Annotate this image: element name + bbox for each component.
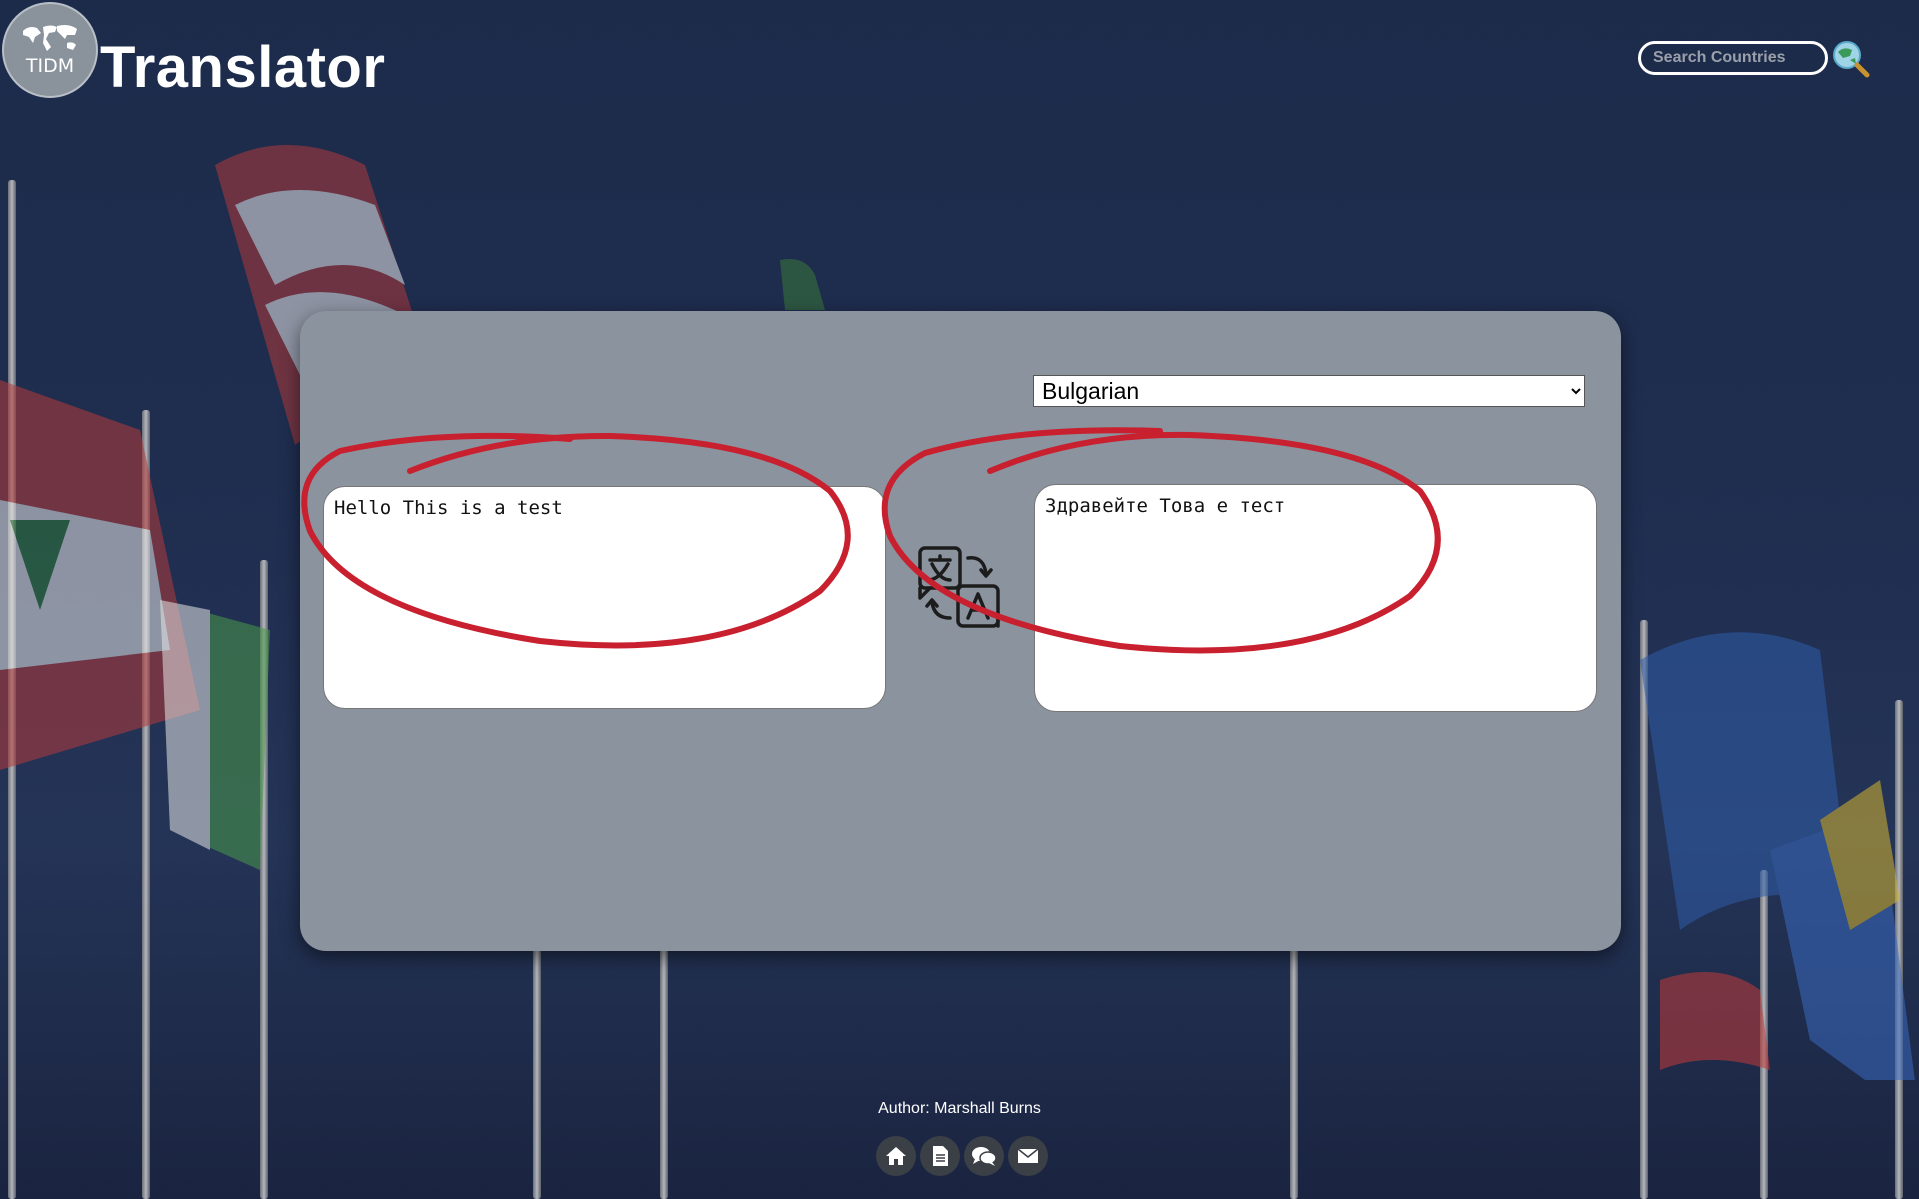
translated-text-output: Здравейте Това е тест xyxy=(1034,484,1597,712)
home-icon xyxy=(886,1147,906,1165)
translate-icon[interactable] xyxy=(918,546,1002,630)
chat-icon xyxy=(972,1147,997,1166)
document-button[interactable] xyxy=(920,1136,960,1176)
author-credit: Author: Marshall Burns xyxy=(878,1100,1041,1117)
home-button[interactable] xyxy=(876,1136,916,1176)
page-title: Translator xyxy=(100,35,386,100)
document-icon xyxy=(933,1146,948,1166)
site-logo[interactable]: TIDM xyxy=(2,2,98,98)
search-icon[interactable] xyxy=(1830,38,1870,78)
mail-icon xyxy=(1017,1148,1039,1163)
logo-text: TIDM xyxy=(25,55,75,77)
source-text-input[interactable]: Hello This is a test xyxy=(323,486,886,709)
world-map-icon xyxy=(23,25,77,51)
small-flag-background xyxy=(780,259,825,310)
chat-button[interactable] xyxy=(964,1136,1004,1176)
footer-nav xyxy=(876,1136,1048,1176)
blue-flags-background xyxy=(1640,632,1915,1080)
search-bar xyxy=(1638,38,1870,78)
translator-panel: Bulgarian Hello This is a test Здравейте… xyxy=(300,311,1621,951)
search-input[interactable] xyxy=(1638,41,1828,75)
mail-button[interactable] xyxy=(1008,1136,1048,1176)
target-language-select[interactable]: Bulgarian xyxy=(1033,375,1585,407)
green-flag-background xyxy=(160,600,270,870)
